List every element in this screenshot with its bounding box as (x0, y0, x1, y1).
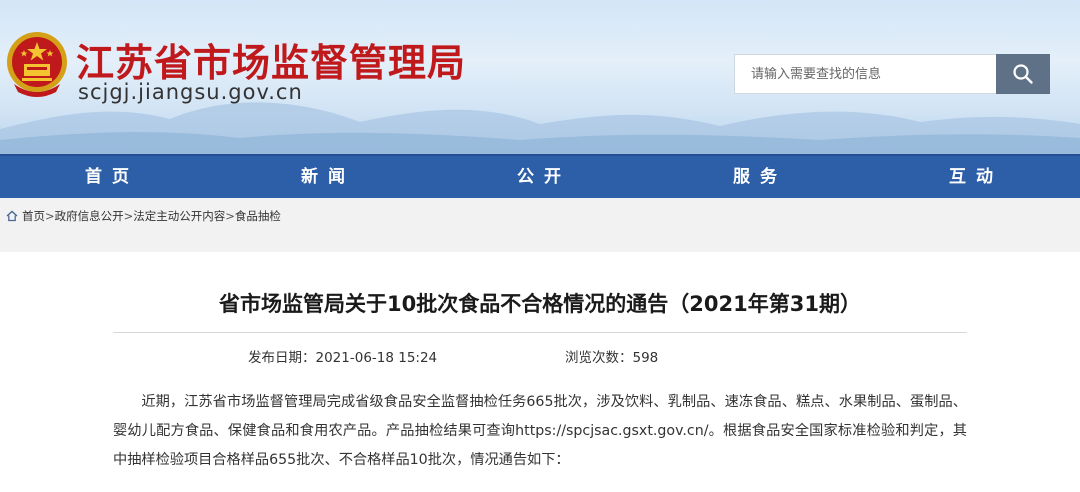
breadcrumb-gov-info[interactable]: 政府信息公开 (55, 208, 124, 224)
breadcrumb-separator: > (225, 209, 235, 223)
view-count: 浏览次数：598 (565, 350, 659, 366)
article-title: 省市场监管局关于10批次食品不合格情况的通告（2021年第31期） (219, 292, 861, 316)
site-domain: scjgj.jiangsu.gov.cn (78, 80, 303, 104)
main-nav: 首 页 新 闻 公 开 服 务 互 动 (0, 154, 1080, 198)
nav-item-public[interactable]: 公 开 (432, 156, 648, 198)
breadcrumb-statutory[interactable]: 法定主动公开内容 (133, 208, 225, 224)
article-body: 近期，江苏省市场监督管理局完成省级食品安全监督抽检任务665批次，涉及饮料、乳制… (113, 394, 967, 468)
search-icon (1013, 64, 1033, 84)
search-input[interactable] (734, 54, 996, 94)
article-panel: 省市场监管局关于10批次食品不合格情况的通告（2021年第31期） 发布日期：2… (0, 252, 1080, 492)
site-title[interactable]: 江苏省市场监督管理局 (76, 32, 466, 87)
title-divider (113, 332, 967, 333)
nav-item-news[interactable]: 新 闻 (216, 156, 432, 198)
publish-date: 发布日期：2021-06-18 15:24 (248, 350, 438, 366)
nav-item-home[interactable]: 首 页 (0, 156, 216, 198)
breadcrumb-separator: > (45, 209, 55, 223)
breadcrumb-food-inspection[interactable]: 食品抽检 (235, 208, 281, 224)
breadcrumb: 首页 > 政府信息公开 > 法定主动公开内容 > 食品抽检 (0, 198, 1080, 234)
nav-item-service[interactable]: 服 务 (648, 156, 864, 198)
national-emblem-icon (4, 28, 70, 100)
breadcrumb-separator: > (123, 209, 134, 223)
search-button[interactable] (996, 54, 1050, 94)
site-header: 江苏省市场监督管理局 scjgj.jiangsu.gov.cn (0, 0, 1080, 154)
search-box (734, 54, 1050, 94)
nav-item-interaction[interactable]: 互 动 (864, 156, 1080, 198)
home-icon (6, 210, 18, 222)
breadcrumb-home[interactable]: 首页 (22, 208, 45, 224)
